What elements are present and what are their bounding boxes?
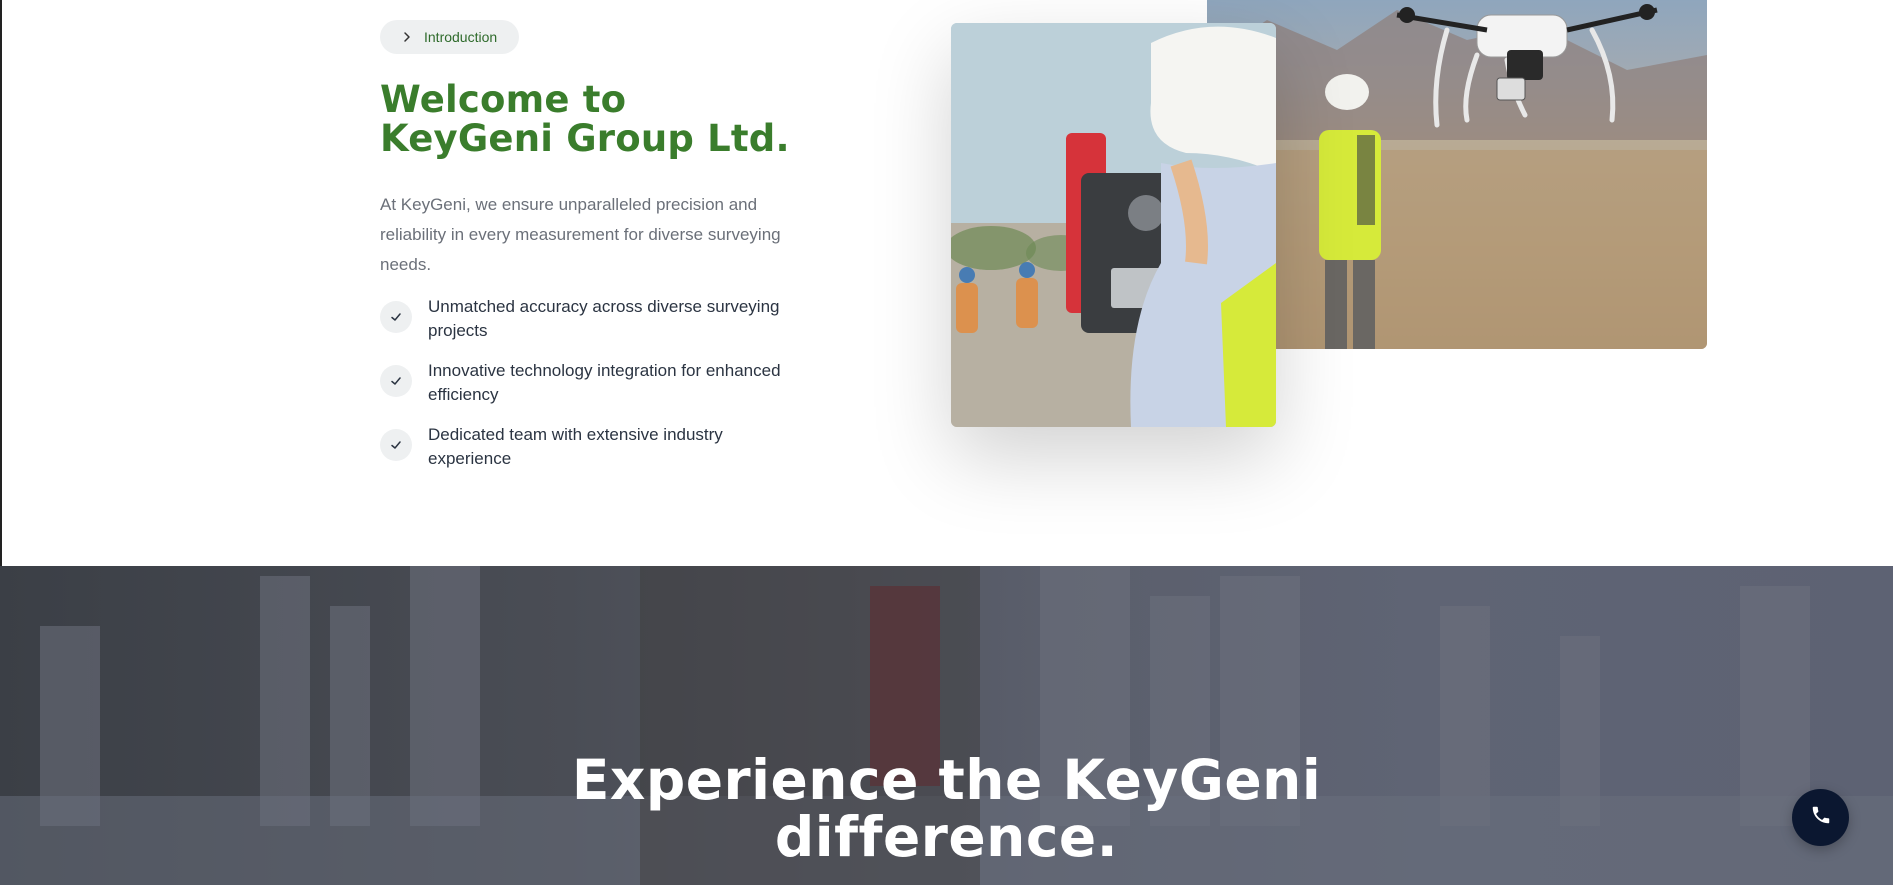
chevron-right-icon bbox=[400, 30, 414, 44]
badge-label: Introduction bbox=[424, 29, 498, 45]
feature-item: Innovative technology integration for en… bbox=[380, 359, 810, 423]
check-icon bbox=[380, 301, 412, 333]
feature-list: Unmatched accuracy across diverse survey… bbox=[380, 295, 810, 487]
left-edge-divider bbox=[0, 0, 2, 566]
intro-section: Introduction Welcome to KeyGeni Group Lt… bbox=[0, 0, 1893, 566]
hero-title-line-2: difference. bbox=[774, 805, 1119, 869]
feature-label: Innovative technology integration for en… bbox=[428, 361, 781, 404]
feature-label: Unmatched accuracy across diverse survey… bbox=[428, 297, 780, 340]
page-title: Welcome to KeyGeni Group Ltd. bbox=[380, 80, 790, 158]
phone-icon bbox=[1810, 804, 1832, 831]
check-icon bbox=[380, 429, 412, 461]
feature-item: Dedicated team with extensive industry e… bbox=[380, 423, 810, 487]
check-icon bbox=[380, 365, 412, 397]
feature-label: Dedicated team with extensive industry e… bbox=[428, 425, 723, 468]
title-line-1: Welcome to bbox=[380, 78, 627, 121]
call-button[interactable] bbox=[1792, 789, 1849, 846]
hero-title-line-1: Experience the KeyGeni bbox=[571, 748, 1322, 812]
hero-title: Experience the KeyGeni difference. bbox=[0, 752, 1893, 866]
feature-item: Unmatched accuracy across diverse survey… bbox=[380, 295, 810, 359]
intro-description: At KeyGeni, we ensure unparalleled preci… bbox=[380, 195, 781, 274]
title-line-2: KeyGeni Group Ltd. bbox=[380, 117, 790, 160]
hero-section: Experience the KeyGeni difference. bbox=[0, 566, 1893, 885]
introduction-badge: Introduction bbox=[380, 20, 519, 54]
page: Introduction Welcome to KeyGeni Group Lt… bbox=[0, 0, 1893, 885]
surveyor-with-total-station-photo bbox=[951, 23, 1276, 427]
drone-over-worker-photo bbox=[1207, 0, 1707, 349]
